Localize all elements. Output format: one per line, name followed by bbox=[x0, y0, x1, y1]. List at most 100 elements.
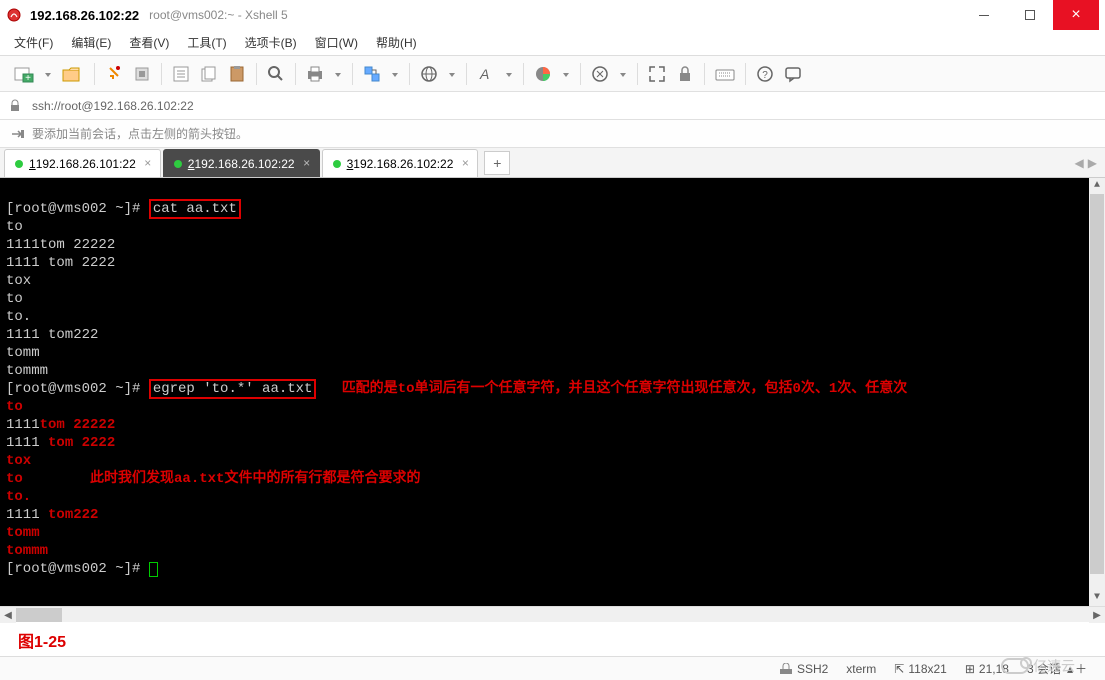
toolbar-separator bbox=[745, 63, 746, 85]
tab-number: 1 bbox=[29, 157, 36, 171]
address-bar: ssh://root@192.168.26.102:22 bbox=[0, 92, 1105, 120]
tab-close-icon[interactable]: × bbox=[301, 157, 313, 169]
help-icon[interactable]: ? bbox=[752, 61, 778, 87]
terminal[interactable]: [root@vms002 ~]# cat aa.txt to 1111tom 2… bbox=[0, 178, 1105, 606]
disconnect-icon[interactable] bbox=[129, 61, 155, 87]
close-button[interactable]: × bbox=[1053, 0, 1099, 30]
toolbar-separator bbox=[409, 63, 410, 85]
scroll-up-icon[interactable]: ▲ bbox=[1089, 178, 1105, 194]
tab-session-3[interactable]: 3 192.168.26.102:22 × bbox=[322, 149, 479, 177]
tab-label: 192.168.26.102:22 bbox=[194, 157, 294, 171]
window-title: 192.168.26.102:22 bbox=[30, 8, 139, 23]
menu-tab[interactable]: 选项卡(B) bbox=[245, 34, 297, 51]
menu-edit[interactable]: 编辑(E) bbox=[71, 34, 111, 51]
language-dropdown-icon[interactable] bbox=[444, 61, 460, 87]
script-icon[interactable] bbox=[587, 61, 613, 87]
menu-file[interactable]: 文件(F) bbox=[14, 34, 53, 51]
keyboard-icon[interactable] bbox=[711, 61, 739, 87]
window-subtitle: root@vms002:~ - Xshell 5 bbox=[149, 8, 288, 22]
print-icon[interactable] bbox=[302, 61, 328, 87]
toolbar: + A ? bbox=[0, 56, 1105, 92]
menu-bar: 文件(F) 编辑(E) 查看(V) 工具(T) 选项卡(B) 窗口(W) 帮助(… bbox=[0, 30, 1105, 56]
watermark-icon bbox=[1001, 658, 1029, 674]
address-input[interactable]: ssh://root@192.168.26.102:22 bbox=[28, 97, 1097, 115]
script-dropdown-icon[interactable] bbox=[615, 61, 631, 87]
properties-icon[interactable] bbox=[168, 61, 194, 87]
svg-text:?: ? bbox=[762, 70, 768, 81]
toolbar-separator bbox=[161, 63, 162, 85]
ssh-icon bbox=[779, 663, 793, 675]
tip-bar: 要添加当前会话，点击左侧的箭头按钮。 bbox=[0, 120, 1105, 148]
toolbar-separator bbox=[580, 63, 581, 85]
toolbar-separator bbox=[256, 63, 257, 85]
add-session-arrow-icon[interactable] bbox=[10, 127, 26, 141]
hscroll-thumb[interactable] bbox=[16, 608, 62, 622]
font-icon[interactable]: A bbox=[473, 61, 499, 87]
window-buttons: × bbox=[961, 0, 1099, 30]
toolbar-separator bbox=[295, 63, 296, 85]
menu-help[interactable]: 帮助(H) bbox=[376, 34, 417, 51]
status-dot-icon bbox=[15, 160, 23, 168]
toolbar-separator bbox=[94, 63, 95, 85]
print-dropdown-icon[interactable] bbox=[330, 61, 346, 87]
menu-view[interactable]: 查看(V) bbox=[129, 34, 169, 51]
status-ssh: SSH2 bbox=[797, 662, 828, 676]
terminal-hscrollbar[interactable]: ◀ ▶ bbox=[0, 606, 1105, 622]
app-icon bbox=[6, 7, 22, 23]
new-session-dropdown-icon[interactable] bbox=[40, 61, 56, 87]
tab-number: 3 bbox=[347, 157, 354, 171]
paste-icon[interactable] bbox=[224, 61, 250, 87]
scroll-thumb[interactable] bbox=[1090, 194, 1104, 574]
open-session-icon[interactable] bbox=[58, 61, 88, 87]
toolbar-separator bbox=[523, 63, 524, 85]
tab-session-2[interactable]: 2 192.168.26.102:22 × bbox=[163, 149, 320, 177]
size-icon: ⇱ bbox=[894, 662, 904, 676]
tab-number: 2 bbox=[188, 157, 195, 171]
menu-tools[interactable]: 工具(T) bbox=[187, 34, 226, 51]
lock-icon[interactable] bbox=[672, 61, 698, 87]
watermark-text: 亿速云 bbox=[1033, 656, 1075, 676]
sessions-add-icon[interactable]: ＋ bbox=[1075, 660, 1087, 677]
tab-prev-icon[interactable]: ◀ bbox=[1075, 156, 1084, 170]
scroll-right-icon[interactable]: ▶ bbox=[1089, 607, 1105, 623]
tab-label: 192.168.26.102:22 bbox=[353, 157, 453, 171]
color-icon[interactable] bbox=[530, 61, 556, 87]
fullscreen-icon[interactable] bbox=[644, 61, 670, 87]
pos-icon: ⊞ bbox=[965, 662, 975, 676]
new-session-icon[interactable]: + bbox=[10, 61, 38, 87]
terminal-vscrollbar[interactable]: ▲ ▼ bbox=[1089, 178, 1105, 606]
minimize-button[interactable] bbox=[961, 0, 1007, 30]
tab-label: 192.168.26.101:22 bbox=[36, 157, 136, 171]
toolbar-separator bbox=[637, 63, 638, 85]
svg-text:+: + bbox=[25, 73, 31, 84]
tab-bar: 1 192.168.26.101:22 × 2 192.168.26.102:2… bbox=[0, 148, 1105, 178]
tab-close-icon[interactable]: × bbox=[459, 157, 471, 169]
chat-icon[interactable] bbox=[780, 61, 806, 87]
transfer-dropdown-icon[interactable] bbox=[387, 61, 403, 87]
tab-close-icon[interactable]: × bbox=[142, 157, 154, 169]
language-icon[interactable] bbox=[416, 61, 442, 87]
menu-window[interactable]: 窗口(W) bbox=[315, 34, 358, 51]
toolbar-separator bbox=[704, 63, 705, 85]
tab-session-1[interactable]: 1 192.168.26.101:22 × bbox=[4, 149, 161, 177]
color-dropdown-icon[interactable] bbox=[558, 61, 574, 87]
copy-icon[interactable] bbox=[196, 61, 222, 87]
svg-text:A: A bbox=[479, 66, 489, 82]
reconnect-icon[interactable] bbox=[101, 61, 127, 87]
title-bar: 192.168.26.102:22 root@vms002:~ - Xshell… bbox=[0, 0, 1105, 30]
status-dot-icon bbox=[174, 160, 182, 168]
status-dot-icon bbox=[333, 160, 341, 168]
transfer-icon[interactable] bbox=[359, 61, 385, 87]
status-bar: SSH2 xterm ⇱ 118x21 ⊞ 21,18 3 会话 ▴ ＋ 亿速云 bbox=[0, 656, 1105, 680]
tab-add-button[interactable]: + bbox=[484, 151, 510, 175]
font-dropdown-icon[interactable] bbox=[501, 61, 517, 87]
watermark: 亿速云 bbox=[1001, 656, 1075, 676]
scroll-left-icon[interactable]: ◀ bbox=[0, 607, 16, 623]
find-icon[interactable] bbox=[263, 61, 289, 87]
status-term: xterm bbox=[846, 662, 876, 676]
tab-next-icon[interactable]: ▶ bbox=[1088, 156, 1097, 170]
maximize-button[interactable] bbox=[1007, 0, 1053, 30]
scroll-down-icon[interactable]: ▼ bbox=[1089, 590, 1105, 606]
status-size: 118x21 bbox=[908, 662, 946, 676]
tab-nav-arrows: ◀ ▶ bbox=[1075, 156, 1097, 170]
